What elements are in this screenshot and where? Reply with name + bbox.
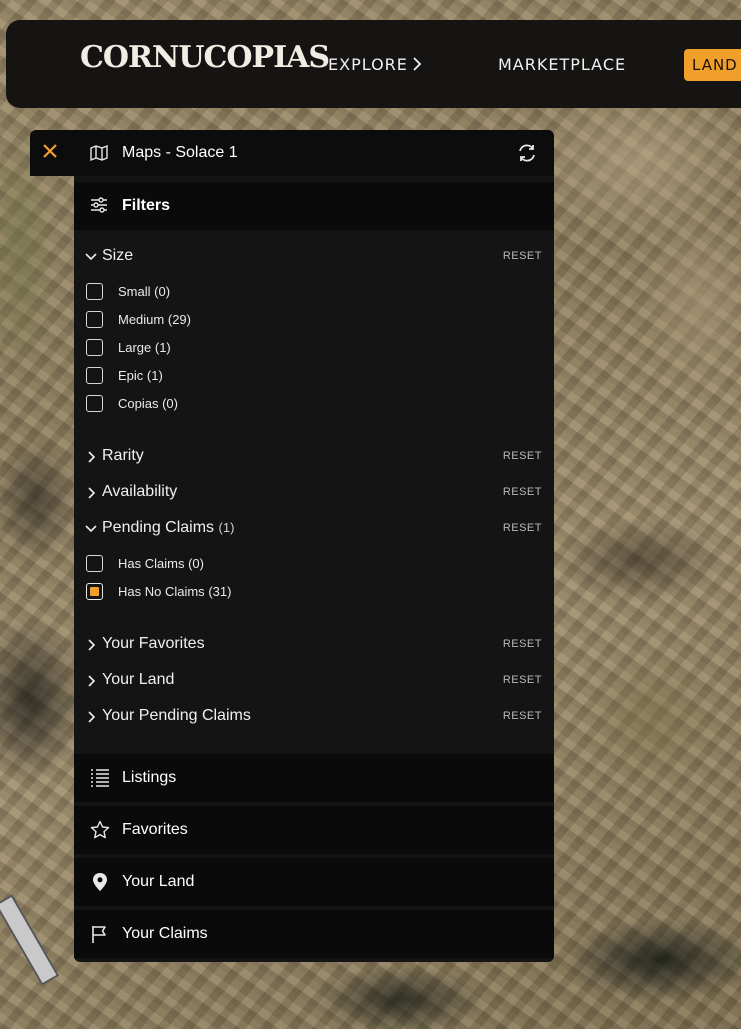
option-label: Copias	[118, 396, 159, 411]
chevron-right-icon	[88, 639, 96, 651]
option-label: Large	[118, 340, 152, 355]
filter-pending-claims-count: (1)	[218, 520, 235, 535]
filter-pending-claims[interactable]: Pending Claims (1) RESET	[82, 518, 546, 542]
checkbox[interactable]	[86, 395, 103, 412]
land-button[interactable]: LAND O	[684, 49, 741, 81]
option-count: (29)	[167, 312, 191, 327]
option-count: (0)	[154, 284, 171, 299]
chevron-down-icon	[85, 253, 97, 261]
your-land-label: Your Land	[122, 873, 195, 890]
option-count: (1)	[146, 368, 163, 383]
map-pin-icon	[93, 873, 107, 891]
panel-title: Maps - Solace 1	[122, 144, 238, 161]
filters-label: Filters	[122, 197, 171, 214]
option-small[interactable]: Small (0)	[86, 283, 386, 303]
filter-your-pending-claims[interactable]: Your Pending Claims RESET	[82, 706, 546, 730]
map-icon	[90, 144, 108, 162]
filter-your-favorites-label: Your Favorites	[102, 635, 205, 652]
checkbox[interactable]	[86, 367, 103, 384]
filter-rarity[interactable]: Rarity RESET	[82, 446, 546, 470]
refresh-icon[interactable]	[516, 142, 538, 164]
option-label: Epic	[118, 368, 144, 383]
reset-size[interactable]: RESET	[503, 250, 542, 262]
listings-bar[interactable]: Listings	[74, 754, 554, 802]
favorites-label: Favorites	[122, 821, 188, 838]
filters-bar[interactable]: Filters	[74, 182, 554, 230]
reset-your-land[interactable]: RESET	[503, 674, 542, 686]
close-icon[interactable]	[38, 141, 62, 165]
panel-header: Maps - Solace 1	[30, 130, 554, 176]
option-count: (0)	[162, 396, 178, 411]
reset-pending-claims[interactable]: RESET	[503, 522, 542, 534]
reset-rarity[interactable]: RESET	[503, 450, 542, 462]
flag-icon	[92, 926, 106, 943]
chevron-right-icon	[88, 487, 96, 499]
option-count: (31)	[208, 584, 232, 599]
checkbox[interactable]	[86, 283, 103, 300]
option-label: Has Claims	[118, 556, 185, 571]
filter-rarity-label: Rarity	[102, 447, 144, 464]
reset-your-pending-claims[interactable]: RESET	[503, 710, 542, 722]
option-large[interactable]: Large (1)	[86, 339, 386, 359]
sliders-icon	[91, 197, 107, 213]
favorites-bar[interactable]: Favorites	[74, 806, 554, 854]
chevron-right-icon	[88, 451, 96, 463]
list-icon	[91, 769, 109, 787]
option-label: Small	[118, 284, 151, 299]
option-count: (0)	[188, 556, 204, 571]
nav-marketplace[interactable]: MARKETPLACE	[498, 55, 626, 74]
checkbox-checked[interactable]	[86, 583, 103, 600]
chevron-right-icon	[88, 675, 96, 687]
nav-explore[interactable]: EXPLORE	[328, 55, 408, 74]
option-has-no-claims[interactable]: Has No Claims (31)	[86, 583, 386, 603]
your-claims-label: Your Claims	[122, 925, 208, 942]
checkbox[interactable]	[86, 311, 103, 328]
logo[interactable]: CORNUCOPIAS	[80, 40, 330, 75]
reset-your-favorites[interactable]: RESET	[503, 638, 542, 650]
chevron-down-icon	[85, 525, 97, 533]
option-count: (1)	[154, 340, 171, 355]
filter-your-land-label: Your Land	[102, 671, 175, 688]
filter-availability[interactable]: Availability RESET	[82, 482, 546, 506]
checkbox[interactable]	[86, 339, 103, 356]
option-has-claims[interactable]: Has Claims (0)	[86, 555, 386, 575]
chevron-right-icon[interactable]	[412, 56, 422, 72]
filter-pending-claims-label: Pending Claims	[102, 519, 215, 536]
filter-size[interactable]: Size RESET	[82, 246, 546, 270]
filter-your-favorites[interactable]: Your Favorites RESET	[82, 634, 546, 658]
reset-availability[interactable]: RESET	[503, 486, 542, 498]
option-medium[interactable]: Medium (29)	[86, 311, 386, 331]
filter-your-land[interactable]: Your Land RESET	[82, 670, 546, 694]
filter-size-label: Size	[102, 247, 134, 264]
option-epic[interactable]: Epic (1)	[86, 367, 386, 387]
option-copias[interactable]: Copias (0)	[86, 395, 386, 415]
chevron-right-icon	[88, 711, 96, 723]
listings-label: Listings	[122, 769, 177, 786]
checkbox[interactable]	[86, 555, 103, 572]
your-claims-bar[interactable]: Your Claims	[74, 910, 554, 958]
filter-your-pending-claims-label: Your Pending Claims	[102, 707, 251, 724]
star-icon	[90, 820, 110, 839]
your-land-bar[interactable]: Your Land	[74, 858, 554, 906]
filter-availability-label: Availability	[102, 483, 178, 500]
filter-panel: Filters Size RESET Small (0) Medium (29)…	[74, 176, 554, 962]
option-label: Has No Claims	[118, 584, 205, 599]
option-label: Medium	[118, 312, 165, 327]
